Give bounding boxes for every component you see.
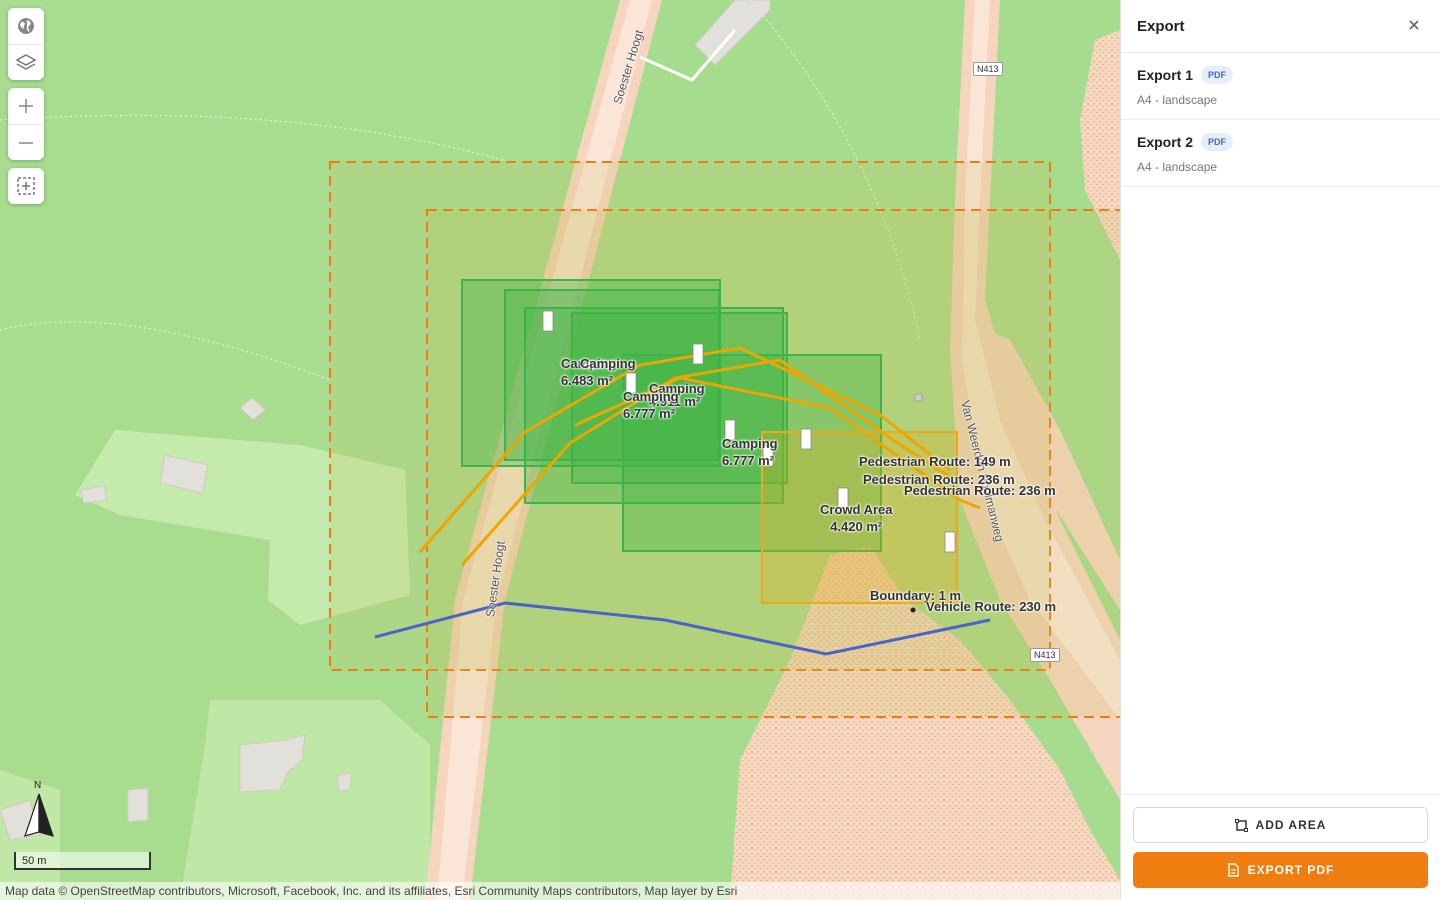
north-arrow: N bbox=[22, 780, 58, 840]
layers-icon bbox=[15, 53, 37, 70]
panel-title: Export bbox=[1137, 17, 1185, 35]
north-label: N bbox=[34, 780, 42, 791]
label-camping-1-area: 6.483 m² bbox=[561, 373, 614, 388]
layers-button[interactable] bbox=[8, 44, 44, 80]
map-view-controls bbox=[8, 8, 44, 80]
export-item-2-format-badge: PDF bbox=[1201, 133, 1234, 151]
label-pedestrian-route-1: Pedestrian Route: 149 m bbox=[859, 454, 1011, 469]
zoom-controls bbox=[8, 88, 44, 160]
label-crowd-area: Crowd Area 4.420 m² bbox=[820, 501, 892, 535]
export-panel: Export Export 1 PDF A4 - landscape Expor… bbox=[1120, 0, 1440, 900]
zoom-in-icon bbox=[19, 99, 33, 113]
export-pdf-label: EXPORT PDF bbox=[1247, 863, 1335, 877]
globe-button[interactable] bbox=[8, 8, 44, 44]
label-camping-2-name: Camping bbox=[580, 356, 636, 371]
export-item-2-name: Export 2 bbox=[1137, 134, 1194, 150]
close-icon bbox=[1409, 20, 1419, 30]
globe-icon bbox=[18, 18, 34, 34]
label-camping-5-name: Camping bbox=[722, 436, 778, 451]
add-area-icon bbox=[1234, 818, 1248, 832]
add-area-button[interactable]: ADD AREA bbox=[1133, 807, 1428, 843]
export-item-2-header: Export 2 PDF bbox=[1137, 133, 1424, 151]
road-shield-n413-b: N413 bbox=[1030, 648, 1060, 662]
label-camping-5: Camping 6.777 m² bbox=[722, 435, 778, 469]
panel-header: Export bbox=[1121, 0, 1440, 53]
export-item-1-format-badge: PDF bbox=[1201, 66, 1234, 84]
add-area-label: ADD AREA bbox=[1255, 818, 1327, 832]
zoom-out-icon bbox=[19, 141, 33, 144]
export-item-1-header: Export 1 PDF bbox=[1137, 66, 1424, 84]
label-camping-4: Camping 6.777 m² bbox=[623, 388, 679, 422]
label-camping-5-area: 6.777 m² bbox=[722, 453, 775, 468]
map-attribution: Map data © OpenStreetMap contributors, M… bbox=[0, 882, 1120, 900]
export-item-1-paper: A4 - landscape bbox=[1137, 93, 1218, 107]
select-area-icon bbox=[17, 177, 35, 195]
north-arrow-icon bbox=[24, 793, 54, 837]
export-item-1-name: Export 1 bbox=[1137, 67, 1194, 83]
close-button[interactable] bbox=[1404, 17, 1424, 35]
scale-bar: 50 m bbox=[14, 852, 151, 870]
export-item-2[interactable]: Export 2 PDF A4 - landscape bbox=[1121, 120, 1440, 187]
pdf-file-icon bbox=[1227, 863, 1239, 877]
label-crowd-area-size: 4.420 m² bbox=[830, 519, 883, 534]
road-shield-n413-a: N413 bbox=[973, 62, 1003, 76]
label-crowd-area-name: Crowd Area bbox=[820, 502, 893, 517]
label-vehicle-route: Vehicle Route: 230 m bbox=[926, 599, 1057, 614]
export-item-2-paper: A4 - landscape bbox=[1137, 160, 1218, 174]
select-area-controls bbox=[8, 168, 44, 204]
map-canvas[interactable]: Soester Hoogt Soester Hoogt Van Weerden … bbox=[0, 0, 1120, 900]
label-camping-4-area: 6.777 m² bbox=[623, 406, 676, 421]
map-base-layer bbox=[0, 0, 1120, 900]
select-area-button[interactable] bbox=[8, 168, 44, 204]
label-pedestrian-route-3: Pedestrian Route: 236 m bbox=[904, 483, 1056, 498]
label-camping-4-name: Camping bbox=[623, 389, 679, 404]
zoom-in-button[interactable] bbox=[8, 88, 44, 124]
export-item-1[interactable]: Export 1 PDF A4 - landscape bbox=[1121, 53, 1440, 120]
export-pdf-button[interactable]: EXPORT PDF bbox=[1133, 852, 1428, 888]
zoom-out-button[interactable] bbox=[8, 124, 44, 160]
panel-spacer bbox=[1121, 187, 1440, 794]
label-camping-2: Camping bbox=[580, 355, 636, 372]
panel-footer: ADD AREA EXPORT PDF bbox=[1121, 794, 1440, 900]
